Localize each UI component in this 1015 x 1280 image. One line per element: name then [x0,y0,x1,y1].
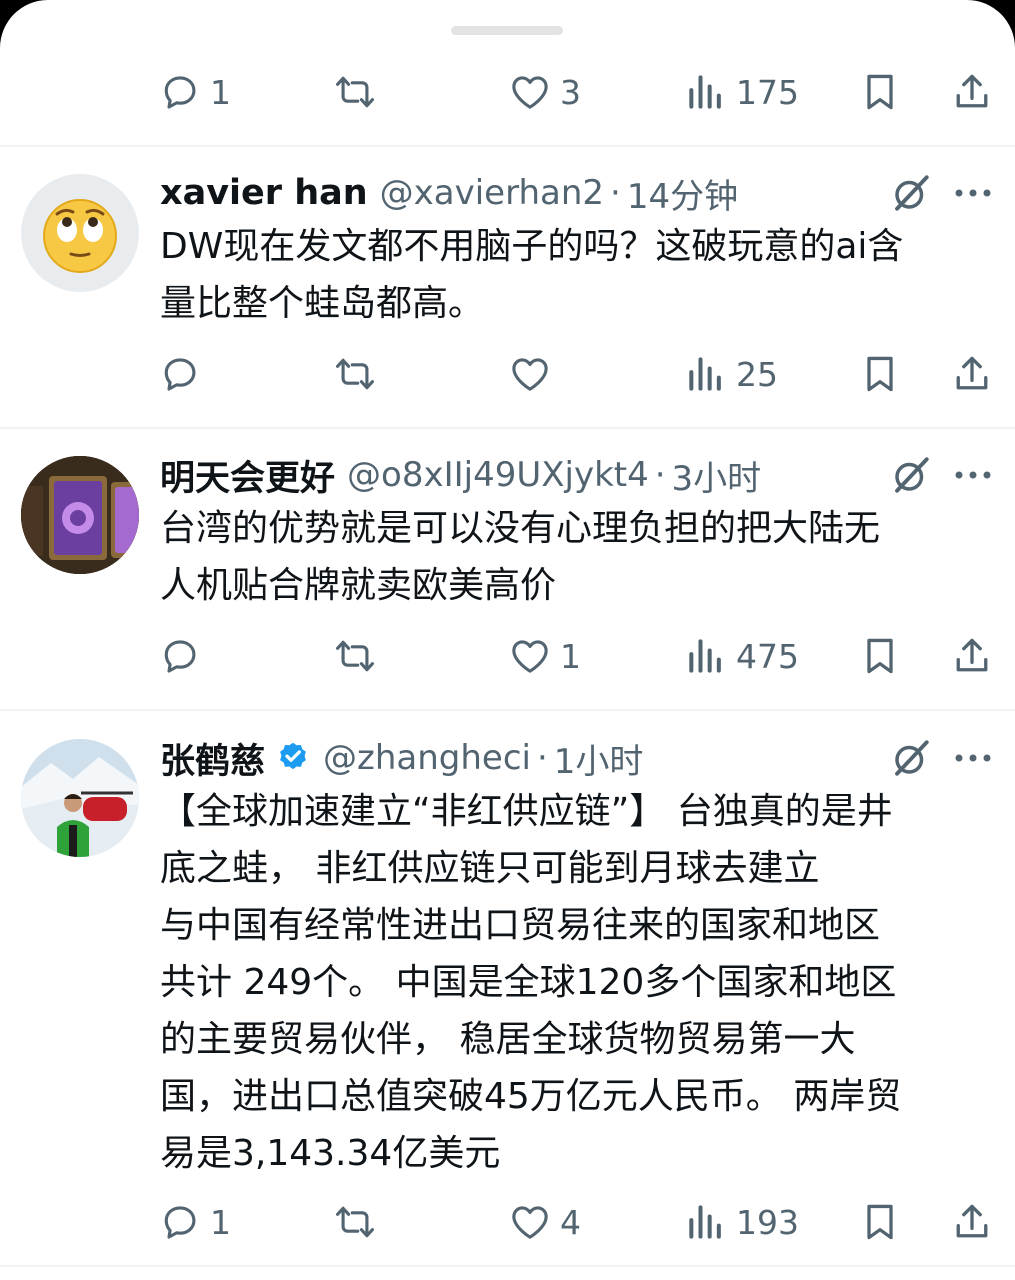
share-icon [956,74,988,108]
author-name[interactable]: 张鹤慈 [160,733,265,784]
repost-button[interactable] [333,62,377,122]
repost-button[interactable] [333,626,377,686]
avatar[interactable] [21,174,139,292]
action-bar-top: 1 3 175 [0,62,1015,122]
reply-button[interactable]: 1 [158,62,231,122]
repost-icon [336,640,374,672]
share-icon [956,1204,988,1238]
post-text: DW现在发文都不用脑子的吗？这破玩意的ai含 量比整个蛙岛都高。 [160,226,904,324]
view-count: 25 [736,354,778,394]
like-button[interactable]: 1 [508,626,581,686]
views-icon [689,639,721,673]
share-button[interactable] [950,1192,994,1252]
repost-icon [336,76,374,108]
post-header: 张鹤慈 @zhangheci · 1小时 [160,733,643,783]
replies-sheet: 1 3 175 xavier han @xavierhan2 · 14分钟 DW… [0,0,1015,1280]
like-button[interactable]: 4 [508,1192,581,1252]
profile-photo-icon [21,739,139,857]
action-bar: 1 475 [0,626,1015,686]
post-time[interactable]: 14分钟 [627,169,738,218]
avatar[interactable] [21,739,139,857]
divider [0,1265,1015,1267]
separator-dot: · [654,455,666,495]
bookmark-button[interactable] [858,1192,902,1252]
face-with-rolling-eyes-icon [43,199,117,273]
share-button[interactable] [950,626,994,686]
reply-button[interactable] [158,344,210,404]
action-bar: 25 [0,344,1015,404]
grok-icon[interactable] [890,737,932,779]
share-icon [956,356,988,390]
like-icon [512,640,548,673]
repost-icon [336,1206,374,1238]
repost-button[interactable] [333,1192,377,1252]
separator-dot: · [610,173,621,213]
reply-icon [164,358,196,391]
reply-count: 1 [210,1202,231,1242]
like-button[interactable]: 3 [508,62,581,122]
reply-button[interactable] [158,626,210,686]
divider [0,427,1015,429]
views-icon [689,357,721,391]
more-icon[interactable] [953,752,993,764]
like-count: 3 [560,72,581,112]
game-card-art-icon [21,456,139,574]
post-time[interactable]: 1小时 [554,734,644,783]
post-header: xavier han @xavierhan2 · 14分钟 [160,168,738,218]
share-button[interactable] [950,62,994,122]
view-count: 175 [736,72,799,112]
views-button[interactable]: 25 [684,344,778,404]
author-name[interactable]: 明天会更好 [160,450,335,501]
post-text: 【全球加速建立“非红供应链”】 台独真的是井 底之蛙， 非红供应链只可能到月球去… [160,791,902,1174]
grok-icon[interactable] [890,172,932,214]
verified-badge-icon [280,742,306,770]
reply-button[interactable]: 1 [158,1192,231,1252]
bookmark-icon [867,356,893,392]
grok-icon[interactable] [890,454,932,496]
avatar[interactable] [21,456,139,574]
bookmark-button[interactable] [858,62,902,122]
post-header: 明天会更好 @o8xIIj49UXjykt4 · 3小时 [160,450,761,500]
bookmark-icon [867,638,893,674]
view-count: 193 [736,1202,799,1242]
divider [0,145,1015,147]
view-count: 475 [736,636,799,676]
author-name[interactable]: xavier han [160,173,368,213]
like-count: 1 [560,636,581,676]
views-icon [689,75,721,109]
like-count: 4 [560,1202,581,1242]
action-bar: 1 4 193 [0,1192,1015,1252]
sheet-grabber[interactable] [451,26,563,35]
more-icon[interactable] [953,469,993,481]
reply-count: 1 [210,72,231,112]
views-button[interactable]: 193 [684,1192,799,1252]
post-text: 台湾的优势就是可以没有心理负担的把大陆无 人机贴合牌就卖欧美高价 [160,508,881,606]
repost-button[interactable] [333,344,377,404]
divider [0,709,1015,711]
views-button[interactable]: 175 [684,62,799,122]
reply-icon [164,1206,196,1239]
like-icon [512,1206,548,1239]
post-zhangheci[interactable]: 张鹤慈 @zhangheci · 1小时 【全球加速建立“非红供应链”】 台独真… [0,733,1015,1193]
more-icon[interactable] [953,187,993,199]
views-icon [689,1205,721,1239]
like-button[interactable] [508,344,560,404]
separator-dot: · [536,738,548,778]
like-icon [512,76,548,109]
like-icon [512,358,548,391]
bookmark-icon [867,1204,893,1240]
bookmark-button[interactable] [858,344,902,404]
views-button[interactable]: 475 [684,626,799,686]
author-handle[interactable]: @xavierhan2 [380,173,604,213]
bookmark-icon [867,74,893,110]
reply-icon [164,640,196,673]
reply-icon [164,76,196,109]
bookmark-button[interactable] [858,626,902,686]
share-icon [956,638,988,672]
author-handle[interactable]: @o8xIIj49UXjykt4 [347,455,649,495]
post-time[interactable]: 3小时 [672,451,762,500]
author-handle[interactable]: @zhangheci [323,738,531,778]
share-button[interactable] [950,344,994,404]
repost-icon [336,358,374,390]
